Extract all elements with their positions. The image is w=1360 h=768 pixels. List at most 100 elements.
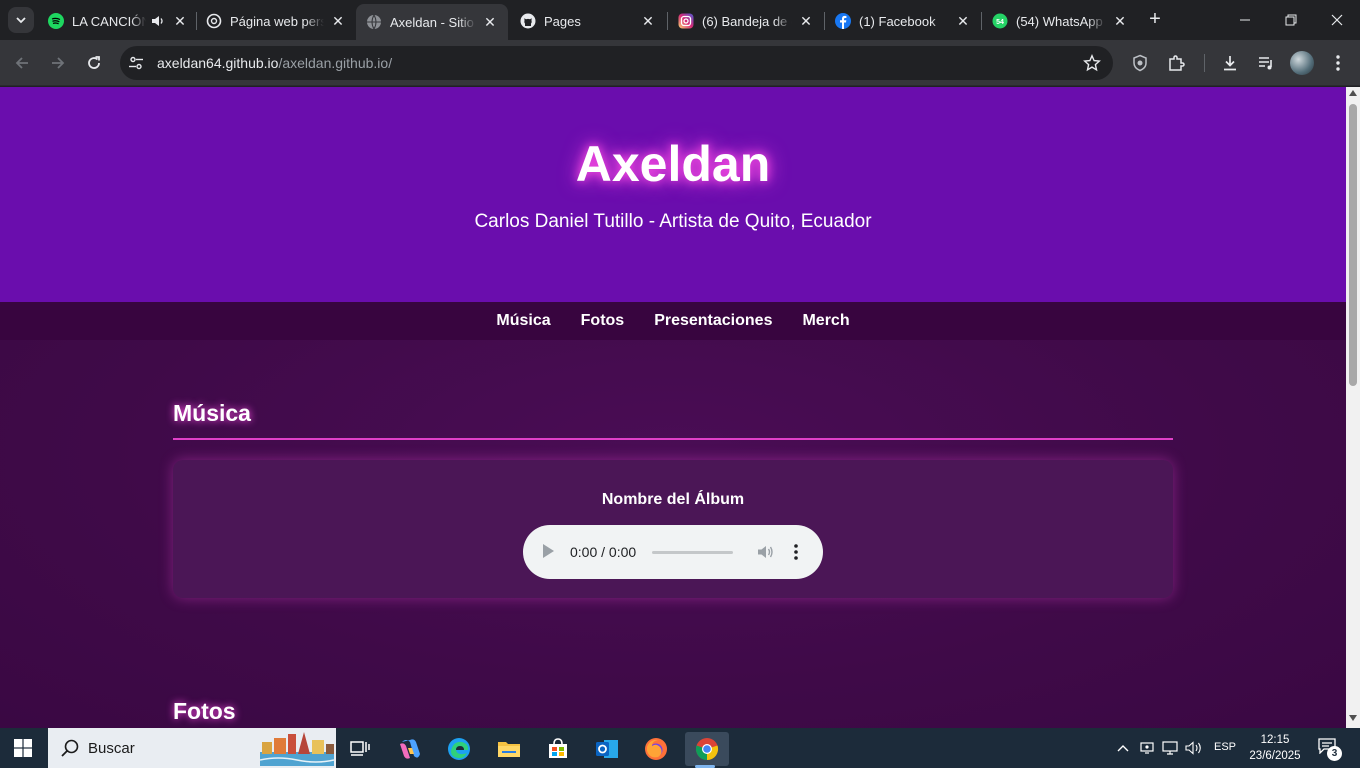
tab-title: LA CANCIÓN bbox=[72, 13, 146, 29]
url-path: /axeldan.github.io/ bbox=[278, 55, 393, 71]
browser-toolbar: axeldan64.github.io/axeldan.github.io/ bbox=[0, 40, 1360, 86]
close-window-button[interactable] bbox=[1324, 8, 1350, 32]
device-icon bbox=[1140, 742, 1154, 754]
scroll-up-arrow-icon[interactable] bbox=[1349, 90, 1357, 96]
reload-button[interactable] bbox=[80, 49, 108, 77]
windows-start-icon[interactable] bbox=[14, 739, 32, 757]
tab-title: (6) Bandeja de e bbox=[702, 13, 792, 29]
music-section-heading: Música bbox=[173, 400, 251, 426]
site-nav: Música Fotos Presentaciones Merch bbox=[0, 302, 1346, 340]
page-scrollbar[interactable] bbox=[1346, 87, 1360, 728]
clock-time: 12:15 bbox=[1260, 734, 1290, 746]
kebab-menu-icon bbox=[1336, 55, 1340, 71]
firefox-button[interactable] bbox=[636, 732, 676, 766]
tab-github-pages[interactable]: Pages ✕ bbox=[510, 4, 666, 38]
chrome-icon bbox=[695, 738, 719, 761]
spotify-icon bbox=[48, 13, 64, 29]
tab-title: Página web pers bbox=[230, 13, 324, 29]
tray-meet-icon[interactable] bbox=[1138, 740, 1156, 756]
close-icon[interactable]: ✕ bbox=[798, 13, 814, 29]
chrome-button[interactable] bbox=[685, 732, 729, 768]
more-options-icon[interactable] bbox=[792, 543, 800, 561]
network-button[interactable] bbox=[1161, 740, 1179, 756]
system-clock[interactable]: 12:15 23/6/2025 bbox=[1244, 732, 1306, 764]
tab-search-button[interactable] bbox=[8, 7, 34, 33]
input-language[interactable]: ESP bbox=[1214, 741, 1236, 753]
album-card: Nombre del Álbum 0:00 / 0:00 bbox=[173, 460, 1173, 598]
restore-button[interactable] bbox=[1278, 8, 1304, 32]
bookmark-star-icon[interactable] bbox=[1083, 54, 1101, 72]
speaker-icon[interactable] bbox=[150, 14, 166, 28]
tray-overflow-button[interactable] bbox=[1114, 740, 1132, 756]
notification-center-button[interactable]: 3 bbox=[1318, 738, 1342, 761]
svg-text:54: 54 bbox=[996, 19, 1004, 26]
page-viewport: Axeldan Carlos Daniel Tutillo - Artista … bbox=[0, 87, 1346, 728]
player-time: 0:00 / 0:00 bbox=[570, 544, 637, 560]
clock-date: 23/6/2025 bbox=[1249, 750, 1301, 762]
new-tab-button[interactable]: + bbox=[1144, 9, 1166, 31]
media-controls-button[interactable] bbox=[1255, 52, 1277, 74]
toolbar-separator bbox=[1204, 54, 1205, 72]
nav-link-musica[interactable]: Música bbox=[496, 312, 550, 330]
site-subtitle: Carlos Daniel Tutillo - Artista de Quito… bbox=[474, 211, 872, 232]
tab-instagram[interactable]: (6) Bandeja de e ✕ bbox=[668, 4, 824, 38]
close-icon[interactable]: ✕ bbox=[1112, 13, 1128, 29]
tab-whatsapp[interactable]: 54 (54) WhatsApp ✕ bbox=[982, 4, 1138, 38]
close-icon[interactable]: ✕ bbox=[482, 14, 498, 30]
github-icon bbox=[520, 13, 536, 29]
tab-axeldan[interactable]: Axeldan - Sitio O ✕ bbox=[356, 4, 508, 40]
close-icon[interactable]: ✕ bbox=[172, 13, 188, 29]
close-icon[interactable]: ✕ bbox=[330, 13, 346, 29]
volume-icon[interactable] bbox=[756, 543, 774, 561]
minimize-button[interactable] bbox=[1232, 8, 1258, 32]
play-icon[interactable] bbox=[543, 544, 554, 558]
edge-icon bbox=[448, 738, 470, 760]
globe-icon bbox=[366, 14, 382, 30]
site-title: Axeldan bbox=[575, 136, 771, 192]
close-icon[interactable]: ✕ bbox=[955, 13, 971, 29]
scroll-down-arrow-icon[interactable] bbox=[1349, 715, 1357, 721]
edge-button[interactable] bbox=[439, 732, 479, 766]
site-settings-icon[interactable] bbox=[128, 55, 144, 71]
audio-player[interactable]: 0:00 / 0:00 bbox=[523, 525, 823, 579]
nav-link-presentaciones[interactable]: Presentaciones bbox=[654, 312, 772, 330]
store-button[interactable] bbox=[538, 732, 578, 766]
taskbar-search[interactable]: Buscar bbox=[48, 728, 336, 768]
downloads-button[interactable] bbox=[1219, 52, 1241, 74]
folder-icon bbox=[498, 742, 520, 757]
seek-slider[interactable] bbox=[652, 551, 733, 554]
forward-button[interactable] bbox=[44, 49, 72, 77]
nav-link-fotos[interactable]: Fotos bbox=[581, 312, 625, 330]
outlook-button[interactable] bbox=[587, 732, 627, 766]
photos-section-heading: Fotos bbox=[173, 698, 236, 724]
shield-extension-button[interactable] bbox=[1129, 52, 1151, 74]
reload-icon bbox=[88, 56, 100, 69]
extensions-button[interactable] bbox=[1165, 52, 1187, 74]
tab-personal-page[interactable]: Página web pers ✕ bbox=[196, 4, 356, 38]
address-bar[interactable]: axeldan64.github.io/axeldan.github.io/ bbox=[120, 46, 1113, 80]
file-explorer-button[interactable] bbox=[489, 732, 529, 766]
tab-title: (1) Facebook bbox=[859, 13, 936, 29]
store-icon bbox=[549, 738, 567, 758]
scroll-thumb[interactable] bbox=[1349, 104, 1357, 386]
search-highlight-illustration-icon bbox=[260, 732, 334, 766]
search-label: Buscar bbox=[88, 740, 135, 757]
close-icon[interactable]: ✕ bbox=[640, 13, 656, 29]
browser-menu-button[interactable] bbox=[1327, 52, 1349, 74]
profile-avatar[interactable] bbox=[1290, 51, 1314, 75]
notification-badge: 3 bbox=[1327, 746, 1342, 761]
back-button[interactable] bbox=[8, 49, 36, 77]
task-view-button[interactable] bbox=[340, 732, 380, 766]
tab-facebook[interactable]: (1) Facebook ✕ bbox=[825, 4, 981, 38]
whatsapp-icon: 54 bbox=[992, 13, 1008, 29]
copilot-button[interactable] bbox=[390, 732, 430, 766]
volume-button[interactable] bbox=[1185, 740, 1203, 756]
tab-spotify[interactable]: LA CANCIÓN ✕ bbox=[38, 4, 198, 38]
search-icon bbox=[61, 739, 79, 757]
nav-link-merch[interactable]: Merch bbox=[802, 312, 849, 330]
restore-icon bbox=[1285, 14, 1297, 26]
forward-arrow-icon bbox=[52, 57, 65, 69]
speaker-icon bbox=[1185, 741, 1201, 755]
back-arrow-icon bbox=[15, 57, 28, 69]
copilot-icon bbox=[400, 739, 420, 759]
